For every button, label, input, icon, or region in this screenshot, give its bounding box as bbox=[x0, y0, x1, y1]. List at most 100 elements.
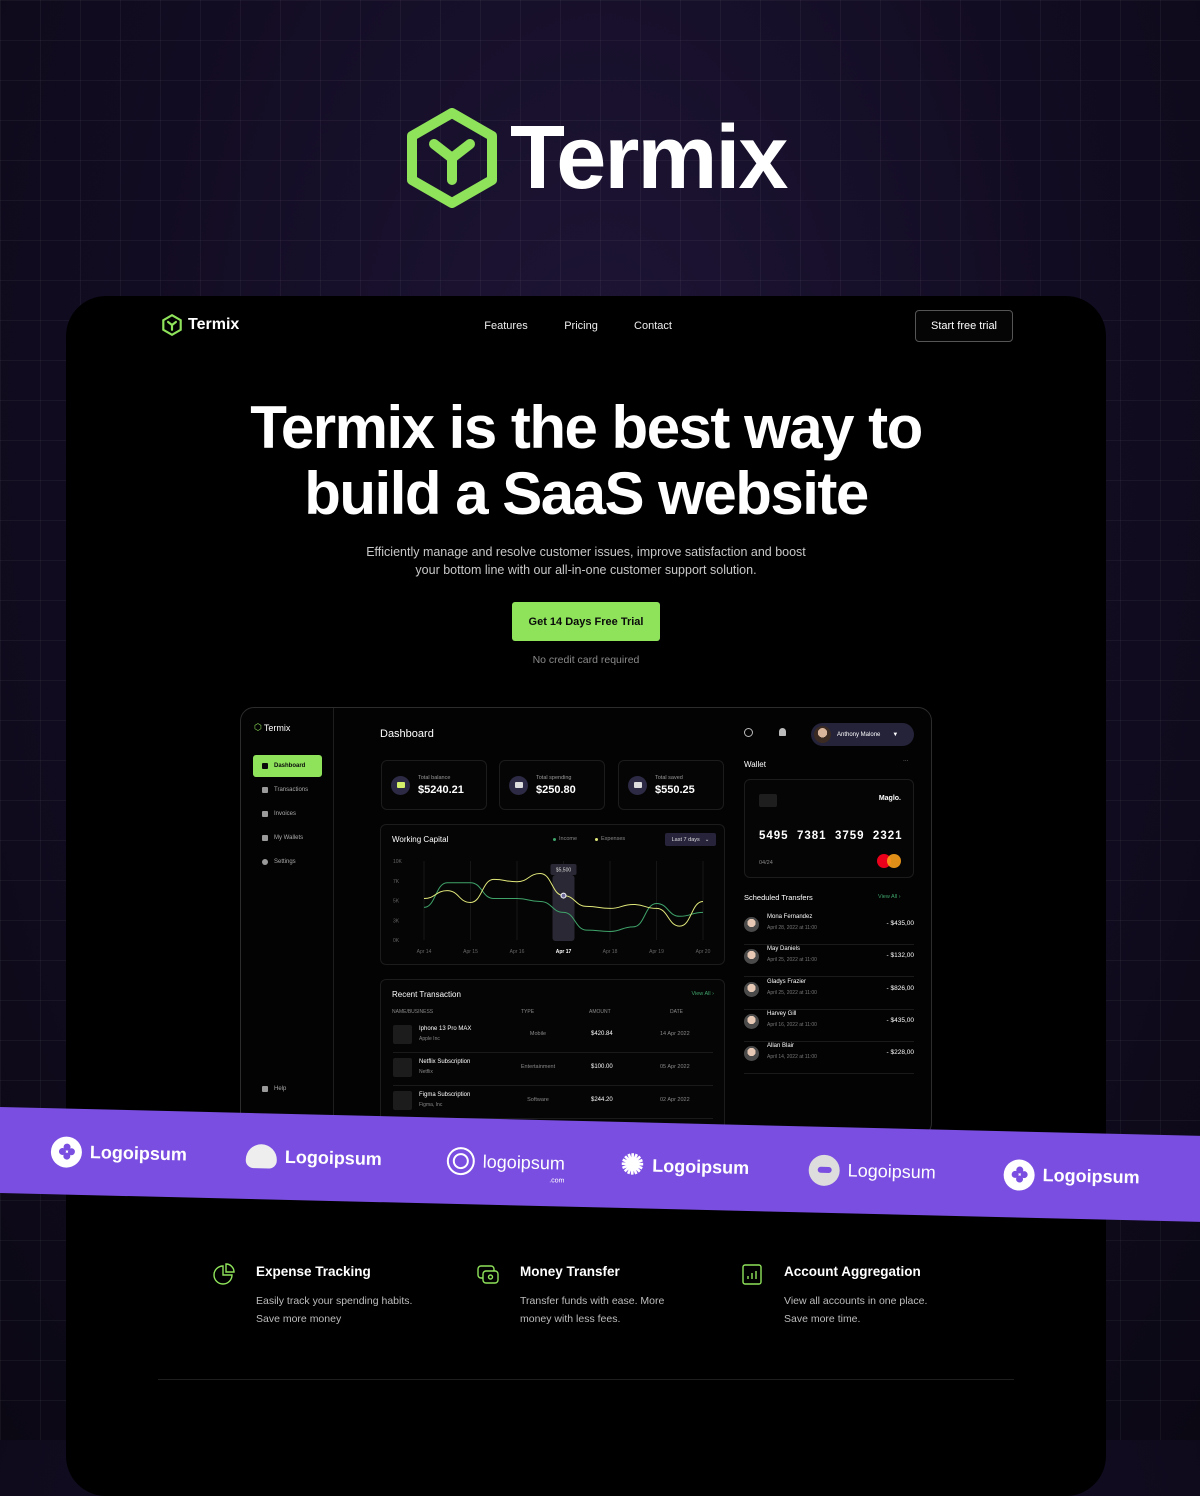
transaction-type: Entertainment bbox=[520, 1064, 556, 1070]
avatar bbox=[744, 981, 759, 997]
termix-logo-icon: ⬡ bbox=[254, 722, 262, 732]
x-tick-label: Apr 16 bbox=[510, 949, 525, 955]
transfer-name: Allan Blair bbox=[767, 1043, 795, 1050]
recent-transactions-panel: Recent Transaction View All › NAME/BUSIN… bbox=[380, 979, 725, 1136]
dashboard-logo-text: Termix bbox=[263, 722, 291, 733]
hero-subtitle-line-1: Efficiently manage and resolve customer … bbox=[366, 545, 806, 559]
transaction-name: Netflix Subscription bbox=[419, 1059, 471, 1065]
transaction-amount: $420.84 bbox=[591, 1031, 613, 1037]
transfer-row[interactable]: Mona Fernandez April 28, 2022 at 11:00 -… bbox=[744, 913, 914, 945]
start-free-trial-button[interactable]: Start free trial bbox=[915, 310, 1013, 342]
feature-description-line: Easily track your spending habits. bbox=[256, 1295, 413, 1307]
partner-logo-text: Logoipsum bbox=[1042, 1164, 1140, 1187]
sidebar-item-label: Help bbox=[274, 1086, 287, 1092]
transaction-type: Software bbox=[527, 1097, 549, 1103]
view-all-label: View All bbox=[691, 991, 711, 997]
feature-money-transfer: Money Transfer Transfer funds with ease.… bbox=[476, 1262, 716, 1332]
transaction-name: Iphone 13 Pro MAX bbox=[419, 1026, 472, 1032]
scheduled-transfers-title: Scheduled Transfers bbox=[744, 893, 813, 902]
transaction-business: Netflix bbox=[419, 1069, 433, 1075]
wallet-card[interactable]: Maglo. 5495 7381 3759 2321 04/24 bbox=[744, 779, 914, 878]
feature-description-line: money with less fees. bbox=[520, 1313, 621, 1325]
transaction-date: 14 Apr 2022 bbox=[660, 1031, 690, 1037]
x-tick-label: Apr 20 bbox=[696, 949, 711, 955]
sunburst-logo-icon: ✺ bbox=[620, 1148, 645, 1181]
sidebar-item-dashboard[interactable]: Dashboard bbox=[253, 755, 322, 777]
arch-logo-icon bbox=[245, 1143, 278, 1169]
column-header-amount: AMOUNT bbox=[589, 1009, 611, 1015]
nav-link-pricing[interactable]: Pricing bbox=[564, 320, 598, 332]
more-options-icon[interactable]: ··· bbox=[903, 758, 909, 764]
highlight-bar bbox=[552, 875, 575, 941]
working-capital-chart: 10K 7K 5K 3K 0K Apr 14 Apr 15 Apr 16 Apr 17 Apr 1… bbox=[393, 859, 711, 955]
transfer-row[interactable]: May Daniels April 25, 2022 at 11:00 - $1… bbox=[744, 945, 914, 978]
sidebar-item-invoices[interactable]: Invoices bbox=[253, 803, 322, 825]
transaction-amount: $100.00 bbox=[591, 1064, 613, 1070]
y-tick-label: 7K bbox=[393, 879, 400, 885]
bar-chart-icon bbox=[742, 1264, 762, 1285]
partner-logo: ✺ Logoipsum bbox=[620, 1148, 749, 1182]
partner-logo: Logoipsum bbox=[1003, 1158, 1140, 1193]
spiral-logo-icon bbox=[446, 1146, 476, 1176]
bell-icon[interactable] bbox=[779, 728, 786, 736]
y-tick-label: 10K bbox=[393, 859, 403, 865]
transaction-amount: $244.20 bbox=[591, 1097, 613, 1103]
table-row[interactable]: Figma Subscription Figma, Inc Software $… bbox=[393, 1086, 713, 1119]
y-tick-label: 3K bbox=[393, 918, 400, 924]
highlight-point bbox=[560, 892, 567, 899]
search-icon[interactable] bbox=[744, 728, 753, 737]
card-expiry: 04/24 bbox=[759, 860, 773, 866]
feature-title: Account Aggregation bbox=[784, 1264, 921, 1279]
partner-logo-text: Logoipsum bbox=[284, 1146, 383, 1169]
termix-logo-icon bbox=[162, 314, 182, 336]
transfer-row[interactable]: Harvey Gill April 16, 2022 at 11:00 - $4… bbox=[744, 1010, 914, 1042]
x-tick-label: Apr 19 bbox=[649, 949, 664, 955]
tooltip-value: $5,500 bbox=[556, 868, 572, 874]
nav-link-contact[interactable]: Contact bbox=[634, 320, 672, 332]
partner-logo-text: Logoipsum bbox=[89, 1141, 188, 1164]
landing-page-card: Termix Features Pricing Contact Start fr… bbox=[66, 296, 1106, 1496]
sidebar-item-my-wallets[interactable]: My Wallets bbox=[253, 827, 322, 849]
table-row[interactable]: Iphone 13 Pro MAX Apple Inc Mobile $420.… bbox=[393, 1020, 713, 1053]
avatar bbox=[744, 1046, 759, 1062]
card-number: 5495 7381 3759 2321 bbox=[759, 830, 903, 842]
transfer-date: April 28, 2022 at 11:00 bbox=[767, 925, 817, 931]
hero-title-line-2: build a SaaS website bbox=[304, 460, 869, 527]
x-tick-label: Apr 15 bbox=[463, 949, 478, 955]
recent-view-all-link[interactable]: View All › bbox=[691, 991, 714, 997]
card-brand: Maglo. bbox=[878, 795, 901, 802]
partner-logo: Logoipsum bbox=[50, 1135, 188, 1170]
divider bbox=[158, 1379, 1014, 1380]
sidebar-item-transactions[interactable]: Transactions bbox=[253, 779, 322, 801]
nav-logo[interactable]: Termix bbox=[162, 314, 239, 336]
no-credit-card-note: No credit card required bbox=[532, 654, 640, 666]
column-header-name: NAME/BUSINESS bbox=[392, 1009, 434, 1015]
help-icon bbox=[262, 1086, 268, 1092]
transfer-name: May Daniels bbox=[767, 946, 801, 953]
card-icon bbox=[509, 775, 528, 795]
transfer-row[interactable]: Allan Blair April 14, 2022 at 11:00 - $2… bbox=[744, 1042, 914, 1075]
feature-description-line: View all accounts in one place. bbox=[784, 1295, 928, 1307]
home-icon bbox=[262, 763, 268, 769]
stat-card-total-saved: Total saved $550.25 bbox=[618, 760, 724, 810]
free-trial-cta-button[interactable]: Get 14 Days Free Trial bbox=[512, 602, 660, 641]
partner-logo: Logoipsum bbox=[808, 1153, 936, 1188]
transaction-name: Figma Subscription bbox=[419, 1092, 471, 1098]
user-menu[interactable]: Anthony Malone ▼ bbox=[811, 723, 914, 746]
stat-label: Total balance bbox=[418, 774, 451, 781]
wallet-icon bbox=[391, 775, 410, 795]
transfer-row[interactable]: Gladys Frazier April 25, 2022 at 11:00 -… bbox=[744, 978, 914, 1010]
termix-logo-icon bbox=[407, 108, 497, 208]
sidebar-item-settings[interactable]: Settings bbox=[253, 851, 322, 873]
x-tick-label: Apr 14 bbox=[417, 949, 432, 955]
dashboard-sidebar: ⬡ Termix Dashboard Transactions Invoices… bbox=[241, 708, 334, 1136]
transfer-amount: - $132,00 bbox=[886, 952, 914, 960]
transfers-view-all-link[interactable]: View All › bbox=[878, 894, 901, 900]
transaction-thumbnail bbox=[393, 1025, 412, 1044]
partner-logo-text: Logoipsum bbox=[847, 1159, 936, 1183]
table-row[interactable]: Netflix Subscription Netflix Entertainme… bbox=[393, 1053, 713, 1086]
sidebar-item-help[interactable]: Help bbox=[253, 1078, 322, 1100]
nav-link-features[interactable]: Features bbox=[484, 320, 527, 332]
piggy-icon bbox=[628, 775, 647, 795]
transfer-amount: - $228,00 bbox=[886, 1049, 914, 1057]
